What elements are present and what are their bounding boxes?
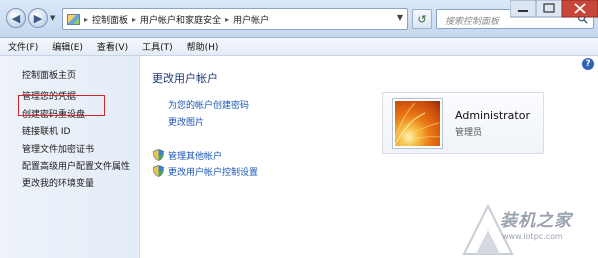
breadcrumb-item-user-accounts-family[interactable]: 用户帐户和家庭安全 (140, 13, 221, 26)
change-picture-link[interactable]: 更改图片 (168, 115, 204, 128)
window-controls-icon[interactable] (510, 0, 598, 18)
watermark-title: 装机之家 (500, 211, 572, 231)
shield-icon (153, 165, 164, 177)
recent-pages-chevron-icon[interactable]: ▼ (50, 14, 55, 22)
watermark-url: www.lotpc.com (502, 232, 563, 241)
user-account-card: Administrator 管理员 (382, 92, 544, 154)
menu-view[interactable]: 查看(V) (97, 40, 128, 53)
back-arrow-icon: ◀ (11, 11, 21, 25)
menu-edit[interactable]: 编辑(E) (52, 40, 83, 53)
back-button[interactable]: ◀ (6, 8, 26, 28)
breadcrumb-item-user-accounts[interactable]: 用户帐户 (233, 13, 269, 26)
menu-file[interactable]: 文件(F) (8, 40, 38, 53)
sidebar-item-link-online-id[interactable]: 链接联机 ID (22, 124, 70, 137)
forward-arrow-icon: ▶ (33, 11, 43, 25)
menu-bar: 文件(F) 编辑(E) 查看(V) 工具(T) 帮助(H) (0, 38, 598, 56)
sidebar-item-advanced-profile-properties[interactable]: 配置高级用户配置文件属性 (22, 159, 130, 172)
sidebar-item-control-panel-home[interactable]: 控制面板主页 (22, 68, 76, 81)
user-role: 管理员 (455, 128, 483, 138)
address-dropdown-chevron-icon[interactable]: ▼ (397, 13, 403, 22)
window-caption-buttons (510, 0, 598, 18)
search-placeholder: 搜索控制面板 (445, 17, 500, 27)
create-password-link[interactable]: 为您的帐户创建密码 (168, 98, 249, 111)
page-title: 更改用户帐户 (152, 72, 218, 85)
menu-tools[interactable]: 工具(T) (142, 40, 173, 53)
change-uac-settings-link[interactable]: 更改用户帐户控制设置 (168, 165, 258, 178)
forward-button[interactable]: ▶ (28, 8, 48, 28)
avatar (393, 99, 442, 148)
shield-icon (153, 149, 164, 161)
refresh-icon: ↺ (417, 12, 427, 26)
help-icon[interactable]: ? (582, 58, 594, 70)
menu-help[interactable]: 帮助(H) (187, 40, 219, 53)
control-panel-icon (67, 13, 80, 25)
flower-picture-icon (395, 102, 440, 146)
highlight-box (18, 95, 105, 116)
sidebar-item-environment-variables[interactable]: 更改我的环境变量 (22, 176, 94, 189)
sidebar-item-manage-encryption-certificates[interactable]: 管理文件加密证书 (22, 142, 94, 155)
address-bar: ◀ ▶ ▼ ▸ 控制面板 ▸ 用户帐户和家庭安全 ▸ 用户帐户 ▼ ↺ 搜索控制… (0, 0, 598, 38)
sidebar: 控制面板主页 管理您的凭据 创建密码重设盘 链接联机 ID 管理文件加密证书 配… (0, 56, 140, 258)
refresh-button[interactable]: ↺ (412, 9, 432, 29)
manage-other-accounts-link[interactable]: 管理其他帐户 (168, 149, 222, 162)
breadcrumb-separator-icon[interactable]: ▸ (132, 15, 136, 24)
breadcrumb-separator-icon[interactable]: ▸ (84, 15, 88, 24)
breadcrumb[interactable]: ▸ 控制面板 ▸ 用户帐户和家庭安全 ▸ 用户帐户 ▼ (62, 8, 408, 30)
breadcrumb-separator-icon[interactable]: ▸ (225, 15, 229, 24)
user-name: Administrator (455, 109, 530, 122)
breadcrumb-item-control-panel[interactable]: 控制面板 (92, 13, 128, 26)
